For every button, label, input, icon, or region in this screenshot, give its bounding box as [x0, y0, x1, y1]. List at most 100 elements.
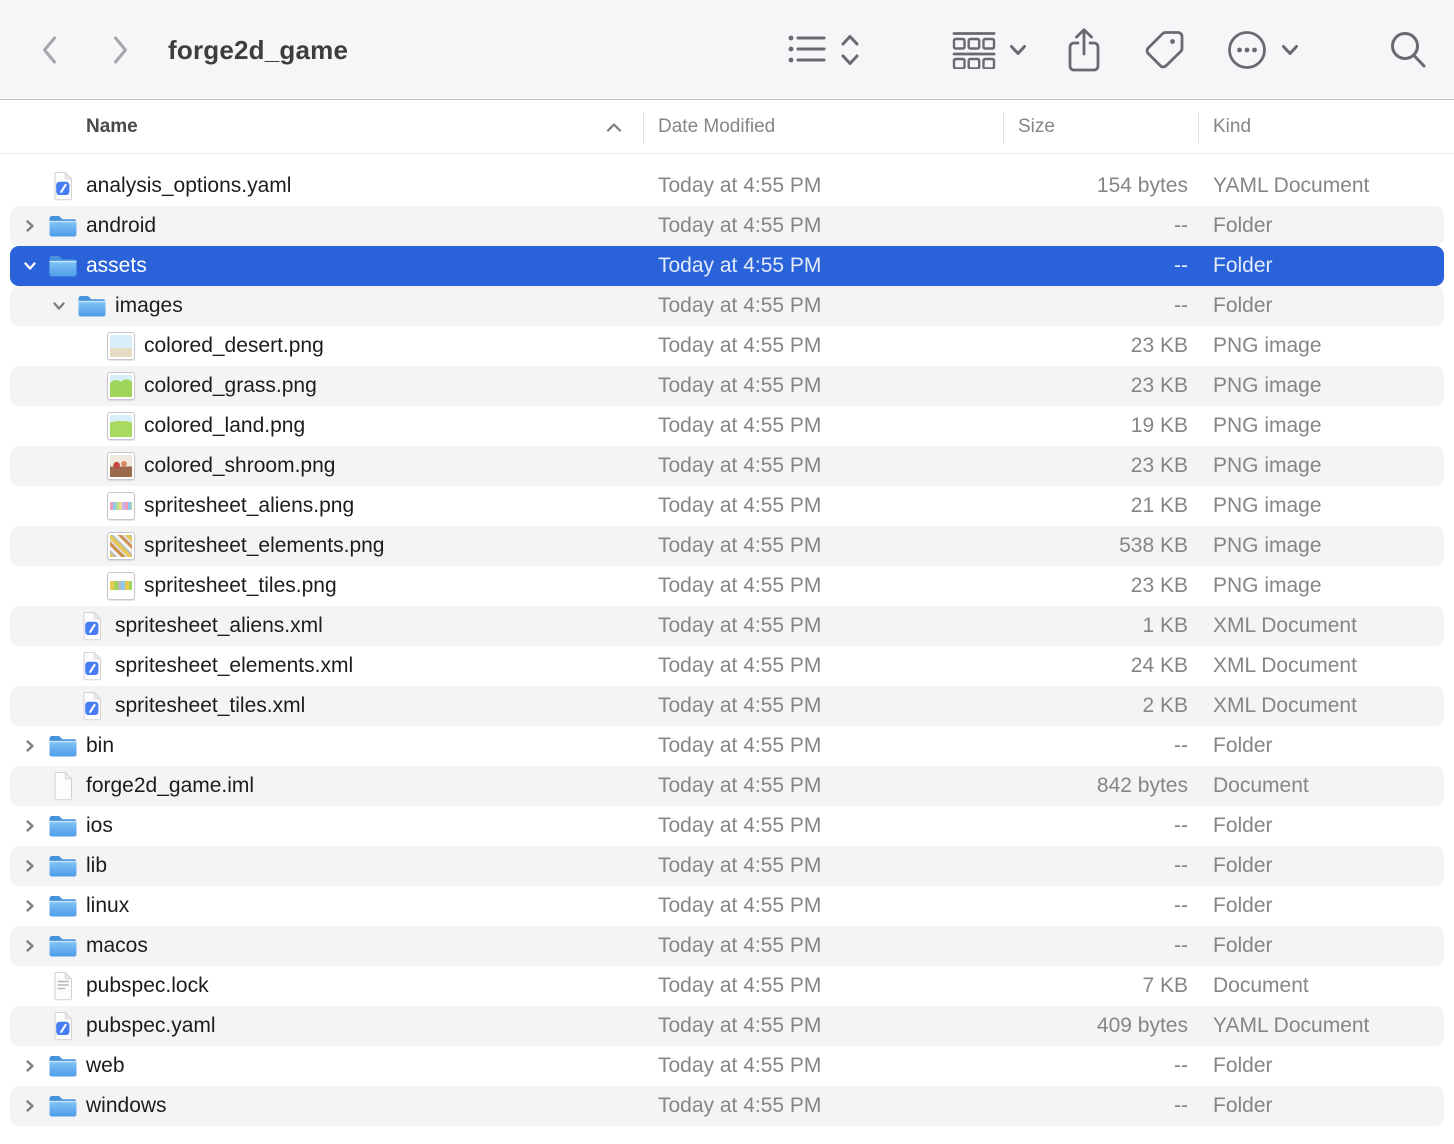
chevron-down-icon	[1281, 44, 1299, 56]
disclosure-collapsed-icon[interactable]	[22, 1099, 38, 1113]
disclosure-expanded-icon[interactable]	[22, 259, 38, 273]
file-kind: XML Document	[1213, 606, 1357, 646]
name-cell: pubspec.yaml	[10, 1006, 216, 1046]
disclosure-collapsed-icon[interactable]	[22, 1059, 38, 1073]
search-button[interactable]	[1388, 0, 1428, 100]
file-row-spritesheet_elements.xml[interactable]: spritesheet_elements.xmlToday at 4:55 PM…	[10, 646, 1444, 686]
name-cell: pubspec.lock	[10, 966, 209, 1006]
file-row-spritesheet_tiles.xml[interactable]: spritesheet_tiles.xmlToday at 4:55 PM2 K…	[10, 686, 1444, 726]
file-row-forge2d_game.iml[interactable]: forge2d_game.imlToday at 4:55 PM842 byte…	[10, 766, 1444, 806]
file-name: macos	[86, 934, 148, 958]
file-kind: YAML Document	[1213, 1006, 1369, 1046]
folder-icon	[48, 894, 78, 919]
file-row-spritesheet_tiles.png[interactable]: spritesheet_tiles.pngToday at 4:55 PM23 …	[10, 566, 1444, 606]
file-row-spritesheet_elements.png[interactable]: spritesheet_elements.pngToday at 4:55 PM…	[10, 526, 1444, 566]
back-button[interactable]	[38, 0, 62, 100]
file-icon-slot	[48, 1054, 78, 1079]
disclosure-expanded-icon[interactable]	[51, 299, 67, 313]
file-kind: PNG image	[1213, 406, 1322, 446]
tag-button[interactable]	[1142, 0, 1186, 100]
desert-thumbnail-icon	[107, 332, 135, 360]
column-header-kind[interactable]: Kind	[1213, 101, 1251, 153]
file-kind: Folder	[1213, 806, 1273, 846]
file-name: lib	[86, 854, 107, 878]
view-options-button[interactable]	[788, 0, 860, 100]
more-actions-button[interactable]	[1226, 0, 1299, 100]
name-cell: images	[10, 286, 183, 326]
date-modified: Today at 4:55 PM	[658, 486, 821, 526]
file-row-lib[interactable]: libToday at 4:55 PM--Folder	[10, 846, 1444, 886]
name-cell: linux	[10, 886, 129, 926]
file-size: --	[1174, 1086, 1188, 1126]
file-size: --	[1174, 206, 1188, 246]
file-row-bin[interactable]: binToday at 4:55 PM--Folder	[10, 726, 1444, 766]
window-title: forge2d_game	[168, 0, 348, 100]
column-divider[interactable]	[1003, 112, 1004, 143]
file-name: android	[86, 214, 156, 238]
file-row-colored_shroom.png[interactable]: colored_shroom.pngToday at 4:55 PM23 KBP…	[10, 446, 1444, 486]
disclosure-collapsed-icon[interactable]	[22, 819, 38, 833]
document-badge-icon	[80, 651, 104, 682]
file-name: colored_grass.png	[144, 374, 317, 398]
date-modified: Today at 4:55 PM	[658, 1046, 821, 1086]
file-kind: PNG image	[1213, 566, 1322, 606]
file-row-windows[interactable]: windowsToday at 4:55 PM--Folder	[10, 1086, 1444, 1126]
file-size: --	[1174, 246, 1188, 286]
file-name: assets	[86, 254, 147, 278]
file-size: 7 KB	[1142, 966, 1188, 1006]
file-row-android[interactable]: androidToday at 4:55 PM--Folder	[10, 206, 1444, 246]
file-size: --	[1174, 806, 1188, 846]
share-button[interactable]	[1066, 0, 1102, 100]
name-cell: bin	[10, 726, 114, 766]
file-size: 23 KB	[1131, 566, 1188, 606]
date-modified: Today at 4:55 PM	[658, 886, 821, 926]
file-row-analysis_options.yaml[interactable]: analysis_options.yamlToday at 4:55 PM154…	[10, 166, 1444, 206]
disclosure-collapsed-icon[interactable]	[22, 859, 38, 873]
file-row-macos[interactable]: macosToday at 4:55 PM--Folder	[10, 926, 1444, 966]
file-icon-slot	[48, 734, 78, 759]
file-row-pubspec.yaml[interactable]: pubspec.yamlToday at 4:55 PM409 bytesYAM…	[10, 1006, 1444, 1046]
file-size: --	[1174, 846, 1188, 886]
file-row-ios[interactable]: iosToday at 4:55 PM--Folder	[10, 806, 1444, 846]
file-kind: YAML Document	[1213, 166, 1369, 206]
file-size: --	[1174, 286, 1188, 326]
name-cell: assets	[10, 246, 147, 286]
date-modified: Today at 4:55 PM	[658, 806, 821, 846]
up-down-chevrons-icon	[840, 33, 860, 67]
file-icon-slot	[106, 572, 136, 600]
file-row-pubspec.lock[interactable]: pubspec.lockToday at 4:55 PM7 KBDocument	[10, 966, 1444, 1006]
file-name: colored_land.png	[144, 414, 305, 438]
file-kind: PNG image	[1213, 326, 1322, 366]
date-modified: Today at 4:55 PM	[658, 846, 821, 886]
file-size: 23 KB	[1131, 326, 1188, 366]
file-row-linux[interactable]: linuxToday at 4:55 PM--Folder	[10, 886, 1444, 926]
disclosure-collapsed-icon[interactable]	[22, 939, 38, 953]
file-size: 24 KB	[1131, 646, 1188, 686]
file-icon-slot	[48, 894, 78, 919]
file-row-spritesheet_aliens.png[interactable]: spritesheet_aliens.pngToday at 4:55 PM21…	[10, 486, 1444, 526]
file-icon-slot	[48, 254, 78, 279]
column-divider[interactable]	[643, 112, 644, 143]
file-row-web[interactable]: webToday at 4:55 PM--Folder	[10, 1046, 1444, 1086]
column-header-size[interactable]: Size	[1018, 101, 1055, 153]
file-row-spritesheet_aliens.xml[interactable]: spritesheet_aliens.xmlToday at 4:55 PM1 …	[10, 606, 1444, 646]
column-divider[interactable]	[1198, 112, 1199, 143]
file-row-colored_land.png[interactable]: colored_land.pngToday at 4:55 PM19 KBPNG…	[10, 406, 1444, 446]
file-size: 23 KB	[1131, 366, 1188, 406]
disclosure-collapsed-icon[interactable]	[22, 739, 38, 753]
file-row-colored_desert.png[interactable]: colored_desert.pngToday at 4:55 PM23 KBP…	[10, 326, 1444, 366]
file-icon-slot	[48, 934, 78, 959]
file-name: web	[86, 1054, 125, 1078]
disclosure-collapsed-icon[interactable]	[22, 219, 38, 233]
column-header-date-modified[interactable]: Date Modified	[658, 101, 775, 153]
search-icon	[1388, 29, 1428, 71]
file-row-assets[interactable]: assetsToday at 4:55 PM--Folder	[10, 246, 1444, 286]
forward-button[interactable]	[108, 0, 132, 100]
file-name: colored_shroom.png	[144, 454, 335, 478]
date-modified: Today at 4:55 PM	[658, 686, 821, 726]
file-row-colored_grass.png[interactable]: colored_grass.pngToday at 4:55 PM23 KBPN…	[10, 366, 1444, 406]
disclosure-collapsed-icon[interactable]	[22, 899, 38, 913]
file-row-images[interactable]: imagesToday at 4:55 PM--Folder	[10, 286, 1444, 326]
column-header-name[interactable]: Name	[86, 101, 138, 153]
group-by-button[interactable]	[952, 0, 1027, 100]
